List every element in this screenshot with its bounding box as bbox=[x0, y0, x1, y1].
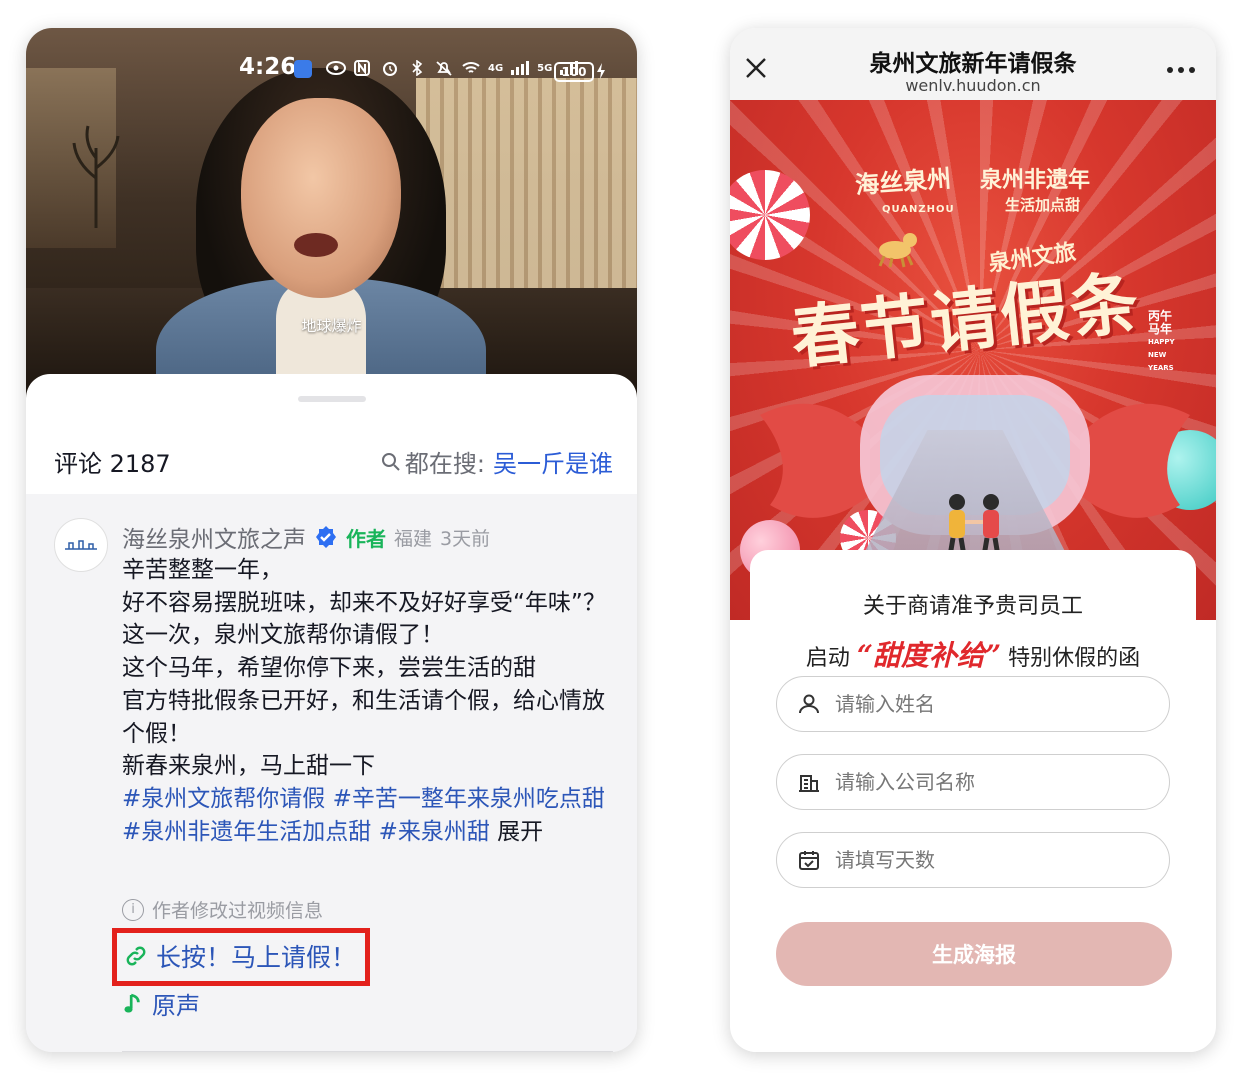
comment-sheet-header: 评论 2187 都在搜: 吴一斤是谁 bbox=[26, 374, 637, 494]
video-plant bbox=[72, 125, 120, 228]
status-icons: 4G 5G bbox=[326, 60, 579, 76]
info-icon: i bbox=[122, 898, 144, 921]
video-person-face bbox=[241, 98, 401, 298]
badge-line: HAPPY bbox=[1148, 338, 1175, 346]
comment-line: 这个马年，希望你停下来，尝尝生活的甜 bbox=[122, 655, 536, 682]
network-5g-label: 5G bbox=[537, 62, 553, 74]
edited-note-text: 作者修改过视频信息 bbox=[152, 900, 324, 922]
logo-feiyi-sub: 生活加点甜 bbox=[1005, 196, 1081, 214]
video-person-mouth bbox=[294, 233, 338, 257]
leave-form-card: 关于商请准予贵司员工 启动 “甜度补给” 特别休假的函 生成海报 bbox=[750, 550, 1196, 1052]
link-text[interactable]: 长按！马上请假！ bbox=[156, 938, 356, 974]
name-field[interactable] bbox=[776, 676, 1170, 732]
status-bar: 4:26 4G 5G 100 bbox=[26, 54, 637, 88]
comment-text: 辛苦整整一年， 好不容易摆脱班味，却来不及好好享受“年味”？ 这一次，泉州文旅帮… bbox=[122, 554, 622, 848]
days-input[interactable] bbox=[833, 847, 1157, 873]
signal-icon bbox=[511, 61, 530, 75]
name-input[interactable] bbox=[833, 691, 1157, 717]
original-sound-link[interactable]: 原声 bbox=[124, 986, 200, 1021]
trending-search-link[interactable]: 都在搜: 吴一斤是谁 bbox=[381, 444, 613, 479]
edited-note: i 作者修改过视频信息 bbox=[122, 896, 323, 923]
mute-bell-icon bbox=[436, 61, 452, 76]
leave-request-link[interactable]: 长按！马上请假！ bbox=[124, 938, 356, 974]
network-4g-label: 4G bbox=[488, 62, 504, 74]
expand-button[interactable]: 展开 bbox=[497, 819, 543, 845]
charging-icon bbox=[597, 63, 605, 79]
building-icon bbox=[799, 775, 819, 792]
comment-line: 这一次，泉州文旅帮你请假了！ bbox=[122, 622, 444, 649]
status-time: 4:26 bbox=[239, 54, 297, 80]
browser-topbar: 泉州文旅新年请假条 wenlv.huudon.cn bbox=[730, 28, 1216, 100]
link-icon bbox=[126, 946, 146, 966]
author-tag: 作者 bbox=[346, 526, 386, 551]
sheet-drag-handle[interactable] bbox=[298, 396, 366, 402]
comment-count: 评论 2187 bbox=[54, 450, 171, 478]
author-logo-icon bbox=[65, 540, 97, 550]
author-avatar[interactable] bbox=[54, 518, 108, 572]
alarm-icon bbox=[383, 62, 397, 76]
comment-line: 官方特批假条已开好，和生活请个假，给心情放个假！ bbox=[122, 687, 605, 747]
webview-screen: 泉州文旅新年请假条 wenlv.huudon.cn 海丝泉州 QUANZHOU … bbox=[730, 28, 1216, 1052]
search-keyword[interactable]: 吴一斤是谁 bbox=[493, 444, 613, 479]
logo-feiyi-nian: 泉州非遗年 bbox=[980, 168, 1091, 193]
music-note-icon bbox=[124, 993, 140, 1013]
form-title-prefix: 启动 bbox=[805, 646, 850, 671]
music-text[interactable]: 原声 bbox=[152, 986, 200, 1021]
logo-quanzhou-en: QUANZHOU bbox=[882, 204, 955, 215]
form-title-line2: 启动 “甜度补给” 特别休假的函 bbox=[750, 634, 1196, 674]
wifi-icon bbox=[462, 62, 480, 73]
comment-line: 新春来泉州，马上甜一下 bbox=[122, 753, 375, 780]
comment-line: 辛苦整整一年， bbox=[122, 557, 283, 583]
poster-banner: 海丝泉州 QUANZHOU 泉州非遗年 生活加点甜 泉州文旅 春节请假条 丙午 … bbox=[730, 100, 1216, 620]
user-icon bbox=[799, 694, 819, 714]
verified-badge-icon bbox=[316, 526, 336, 548]
app-badge-icon bbox=[294, 60, 312, 78]
form-title-suffix: 特别休假的函 bbox=[1008, 646, 1141, 671]
video-subtitle: 地球爆炸 bbox=[301, 317, 362, 335]
page-url: wenlv.huudon.cn bbox=[905, 76, 1041, 95]
page-title: 泉州文旅新年请假条 bbox=[869, 51, 1077, 77]
video-player[interactable]: 4:26 4G 5G 100 地球爆炸 bbox=[26, 28, 637, 408]
eye-icon bbox=[326, 61, 346, 75]
douyin-comment-screen: 4:26 4G 5G 100 地球爆炸 评论 2187 都在搜: 吴一斤是谁 海… bbox=[26, 28, 637, 1052]
battery-icon: 100 bbox=[554, 62, 594, 82]
author-name[interactable]: 海丝泉州文旅之声 bbox=[122, 520, 306, 554]
calendar-icon bbox=[799, 851, 819, 870]
days-field[interactable] bbox=[776, 832, 1170, 888]
more-icon[interactable] bbox=[1166, 66, 1196, 74]
comment-location: 福建 bbox=[394, 527, 433, 550]
badge-line: 马年 bbox=[1148, 322, 1173, 336]
form-title-highlight: “甜度补给” bbox=[856, 639, 1002, 672]
comment-line: 好不容易摆脱班味，却来不及好好享受“年味”？ bbox=[122, 589, 606, 616]
video-window-bg bbox=[416, 78, 637, 308]
author-line: 海丝泉州文旅之声 作者 福建 3天前 bbox=[122, 520, 490, 554]
logo-haisi-quanzhou: 海丝泉州 bbox=[854, 164, 953, 200]
comment-time: 3天前 bbox=[440, 527, 491, 550]
search-icon bbox=[381, 452, 400, 471]
bluetooth-icon bbox=[412, 60, 423, 76]
form-title-line1: 关于商请准予贵司员工 bbox=[862, 594, 1083, 619]
generate-poster-button[interactable]: 生成海报 bbox=[776, 922, 1172, 986]
comment-list: 海丝泉州文旅之声 作者 福建 3天前 辛苦整整一年， 好不容易摆脱班味，却来不及… bbox=[26, 494, 637, 1052]
horse-icon bbox=[878, 233, 917, 268]
nfc-icon bbox=[354, 60, 370, 76]
search-prefix: 都在搜: bbox=[404, 450, 485, 478]
company-field[interactable] bbox=[776, 754, 1170, 810]
company-input[interactable] bbox=[833, 769, 1157, 795]
list-divider bbox=[122, 1051, 613, 1052]
